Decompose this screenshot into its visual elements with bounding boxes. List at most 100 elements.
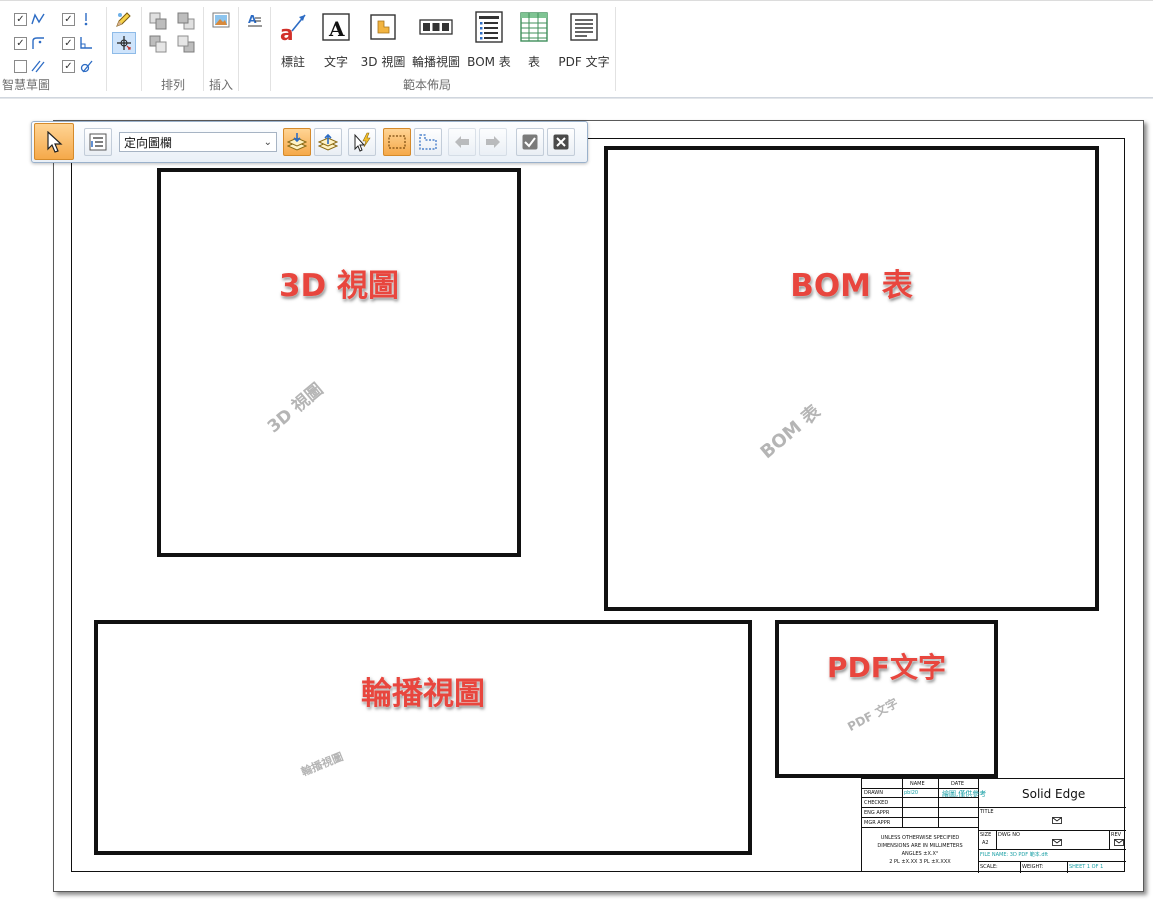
close-icon (553, 134, 569, 150)
ribbon-divider (0, 98, 1153, 99)
chevron-down-icon: ⌄ (263, 137, 272, 148)
view-3d-watermark: 3D 視圖 (263, 379, 328, 438)
tb-line (862, 817, 978, 818)
sketch-check-5[interactable] (14, 60, 27, 73)
perpendicular-icon (80, 37, 92, 49)
tb-line (996, 830, 997, 849)
vertical-line-icon (84, 13, 88, 26)
ribbon: ✓ ✓ ✓ ✓ ✓ 智慧草圖 排列 插入 A a 標註 A 文字 3D 視圖 輪… (0, 0, 1153, 98)
tb-size-label: SIZE (980, 832, 992, 838)
tb-line (978, 861, 1126, 862)
pdf-text-label: PDF 文字 (558, 55, 610, 69)
bring-to-front-icon[interactable] (177, 12, 195, 30)
tb-line (978, 807, 1126, 808)
tb-name-header: NAME (910, 781, 925, 787)
dashed-corner-icon (419, 134, 437, 150)
svg-text:A: A (248, 13, 257, 26)
carousel-watermark: 輪播視圖 (299, 750, 346, 779)
pdf-text-button[interactable]: PDF 文字 (558, 11, 610, 73)
tb-company: Solid Edge (1022, 787, 1086, 801)
layers-up-icon (318, 133, 338, 151)
tb-line (902, 779, 903, 827)
previous-button[interactable] (448, 128, 476, 156)
corner-select-button[interactable] (414, 128, 442, 156)
tb-drawn-date: 繪圖,僅供參考 (942, 790, 987, 798)
view-3d-frame[interactable]: 3D 視圖 3D 視圖 (157, 168, 521, 557)
tb-weight-label: WEIGHT: (1022, 864, 1044, 870)
pdf-text-frame[interactable]: PDF文字 PDF 文字 (775, 620, 998, 778)
cancel-button[interactable] (547, 128, 575, 156)
tb-line (978, 849, 1126, 850)
template-layout-label: 範本佈局 (403, 78, 452, 92)
tb-checked: CHECKED (864, 800, 889, 806)
carousel-view-frame[interactable]: 輪播視圖 輪播視圖 (94, 620, 752, 855)
layer-down-button[interactable] (283, 128, 311, 156)
tb-date-header: DATE (951, 781, 965, 787)
tb-line (938, 779, 939, 827)
ribbon-separator (615, 7, 616, 91)
tb-line (978, 830, 1126, 831)
next-button[interactable] (479, 128, 507, 156)
pdf-text-icon (570, 13, 598, 41)
ribbon-separator (238, 7, 239, 91)
tb-line (1109, 830, 1110, 849)
arrow-left-icon (455, 136, 469, 148)
send-backward-icon[interactable] (149, 35, 167, 53)
smart-select-button[interactable] (348, 128, 376, 156)
tb-size-value: A2 (982, 840, 989, 846)
tb-note-1: UNLESS OTHERWISE SPECIFIED (880, 835, 960, 841)
tb-note-2: DIMENSIONS ARE IN MILLIMETERS (877, 843, 963, 849)
rectangle-select-button[interactable] (383, 128, 411, 156)
text-icon: A (322, 13, 350, 41)
view-3d-icon (370, 14, 396, 40)
select-tool-button[interactable] (34, 123, 74, 160)
orientation-dropdown[interactable]: 定向圖欄 ⌄ (119, 132, 277, 152)
text-style-icon[interactable]: A (247, 12, 263, 28)
envelope-icon (1114, 839, 1124, 846)
annotation-icon: a (280, 14, 306, 43)
bom-frame-title: BOM 表 (790, 267, 914, 304)
title-block: NAME DATE DRAWN pbl20 繪圖,僅供參考 CHECKED EN… (861, 778, 1126, 873)
bring-forward-icon[interactable] (149, 12, 167, 30)
sketch-check-1[interactable]: ✓ (14, 13, 27, 26)
tb-rev-label: REV (1111, 832, 1122, 838)
curve-icon (31, 13, 45, 25)
ribbon-separator (106, 7, 107, 91)
sketch-check-4[interactable]: ✓ (62, 37, 75, 50)
properties-button[interactable] (84, 128, 112, 156)
tb-drawn-name: pbl20 (904, 790, 919, 796)
tb-scale-label: SCALE: (980, 864, 998, 870)
tb-note-3: ANGLES ±X.X° (901, 851, 939, 857)
tb-file-name: FILE NAME: 3D PDF 範本.dft (980, 852, 1049, 858)
arrange-label: 排列 (161, 78, 186, 92)
layers-down-icon (287, 133, 307, 151)
tb-line (862, 788, 978, 789)
tb-dwg-no-label: DWG NO (998, 832, 1020, 838)
orientation-dropdown-value: 定向圖欄 (124, 136, 173, 150)
pencil-icon[interactable] (114, 11, 132, 29)
sketch-check-3[interactable]: ✓ (14, 37, 27, 50)
tb-line (1067, 861, 1068, 873)
ribbon-separator (141, 7, 142, 91)
crosshair-button[interactable] (112, 32, 136, 54)
sketch-check-6[interactable]: ✓ (62, 60, 75, 73)
tb-sheet-label: SHEET 1 OF 1 (1069, 864, 1104, 870)
tb-mgr-appr: MGR APPR (864, 820, 891, 826)
tb-eng-appr: ENG APPR (864, 810, 890, 816)
insert-image-icon[interactable] (212, 12, 230, 28)
accept-button[interactable] (516, 128, 544, 156)
sketch-check-2[interactable]: ✓ (62, 13, 75, 26)
command-bar: 定向圖欄 ⌄ (31, 121, 588, 163)
circle-line-icon (80, 60, 93, 73)
tb-line (862, 807, 978, 808)
parallel-icon (31, 60, 45, 73)
tb-title-label: TITLE (980, 809, 994, 815)
table-icon (520, 12, 548, 42)
view-3d-frame-title: 3D 視圖 (278, 267, 400, 304)
layer-up-button[interactable] (314, 128, 342, 156)
bom-frame[interactable]: BOM 表 BOM 表 (604, 146, 1099, 611)
ribbon-separator (203, 7, 204, 91)
bom-table-icon (475, 11, 503, 43)
tb-drawn: DRAWN (864, 790, 883, 796)
send-to-back-icon[interactable] (177, 35, 195, 53)
